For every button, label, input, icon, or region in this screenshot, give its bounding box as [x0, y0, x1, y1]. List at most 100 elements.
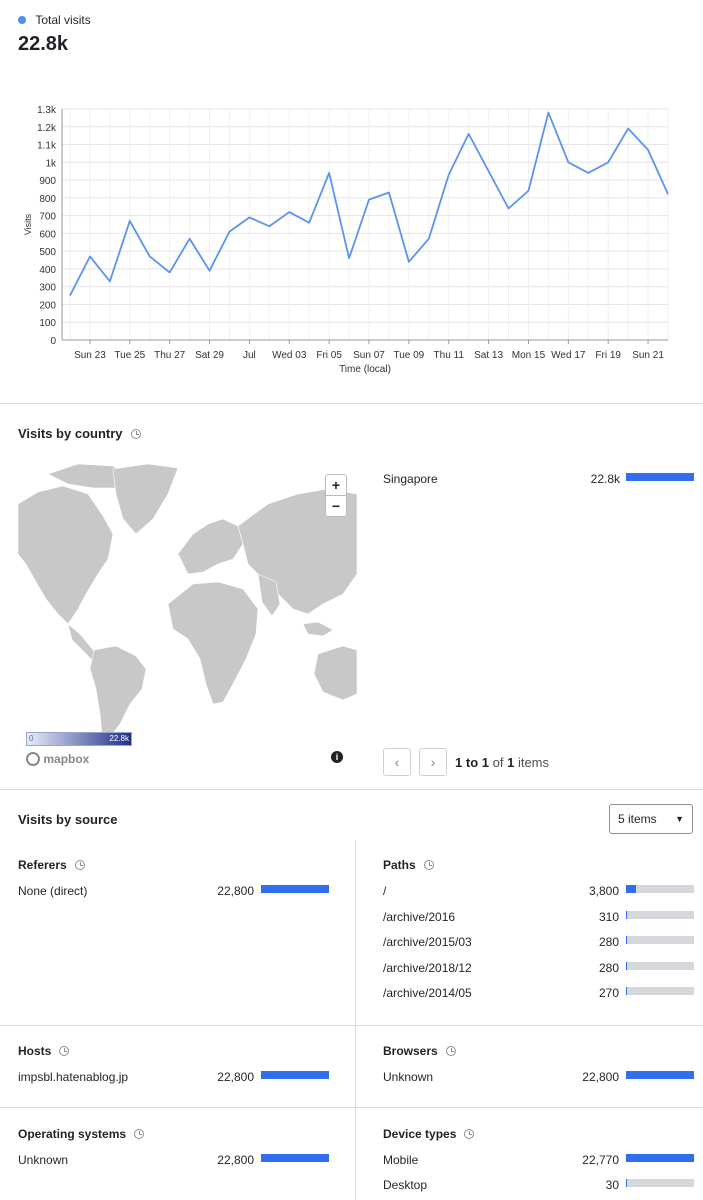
browsers-row-bar-fill: [626, 1071, 694, 1079]
paths-row-value: 310: [598, 909, 619, 924]
scale-max-label: 22.8k: [109, 734, 129, 743]
info-icon[interactable]: i: [331, 751, 343, 763]
os-title-text: Operating systems: [18, 1127, 127, 1141]
devices-row-bar-fill: [626, 1179, 628, 1187]
clock-icon: [59, 1046, 70, 1056]
devices-row-bar-fill: [626, 1154, 694, 1162]
x-tick-label: Sun 07: [353, 350, 385, 361]
hosts-row-value: 22,800: [217, 1070, 254, 1084]
paths-row-bar: [626, 987, 694, 995]
visits-line-chart: 0 100 200 300 400 500 600 700 800 900 1k 1.1k 1.2k 1.…: [23, 105, 669, 375]
clock-icon: [74, 860, 85, 870]
color-scale-bar: 0 22.8k: [26, 732, 132, 746]
referers-title-text: Referers: [18, 858, 67, 872]
x-tick-label: Fri 19: [595, 350, 621, 361]
x-axis-title: Time (local): [339, 364, 391, 375]
paths-row-label[interactable]: /archive/2016: [383, 910, 455, 924]
paths-row-bar-fill: [626, 910, 628, 919]
referers-row-label[interactable]: None (direct): [18, 884, 87, 898]
country-section-title: Visits by country: [18, 426, 141, 441]
total-visits-value: 22.8k: [18, 33, 69, 55]
devices-row-label[interactable]: Desktop: [383, 1178, 427, 1192]
y-axis-title: Visits: [23, 213, 33, 235]
country-row-bar: [626, 473, 694, 481]
referers-row-value: 22,800: [217, 884, 254, 898]
y-tick-label: 1.1k: [37, 141, 57, 152]
paths-row-label[interactable]: /archive/2015/03: [383, 935, 472, 949]
paths-row-bar: [626, 961, 694, 970]
y-tick-label: 500: [39, 247, 56, 258]
clock-icon: [464, 1129, 475, 1139]
y-tick-label: 200: [39, 300, 56, 311]
browsers-row-bar: [626, 1071, 694, 1079]
browsers-row-label[interactable]: Unknown: [383, 1070, 433, 1084]
paths-row-label[interactable]: /archive/2018/12: [383, 961, 472, 975]
pager-to: 1: [481, 755, 489, 770]
hosts-row-bar-fill: [261, 1071, 329, 1079]
x-tick-label: Tue 25: [114, 350, 145, 361]
country-title-text: Visits by country: [18, 426, 123, 441]
paths-row-label[interactable]: /: [383, 884, 386, 898]
devices-row-bar: [626, 1154, 694, 1162]
paths-row-label[interactable]: /archive/2014/05: [383, 986, 472, 1000]
pager-to-word: to: [465, 755, 479, 770]
world-map[interactable]: + − 0 22.8k mapbox i: [18, 464, 357, 776]
x-tick-label: Jul: [243, 350, 256, 361]
zoom-in-button[interactable]: +: [325, 474, 347, 496]
y-tick-label: 400: [39, 265, 56, 276]
x-tick-label: Thu 11: [434, 350, 465, 361]
x-tick-label: Tue 09: [393, 350, 424, 361]
items-select[interactable]: 5 items ▼: [609, 804, 693, 834]
next-page-button[interactable]: ›: [419, 748, 447, 776]
paths-row-value: 270: [598, 986, 619, 1000]
divider: [0, 789, 703, 790]
legend[interactable]: Total visits: [18, 13, 91, 27]
paths-row-value: 280: [598, 935, 619, 949]
y-tick-label: 800: [39, 194, 56, 205]
x-tick-label: Mon 15: [512, 350, 546, 361]
hosts-title: Hosts: [18, 1044, 70, 1058]
os-row-label[interactable]: Unknown: [18, 1153, 68, 1167]
country-row-value: 22.8k: [590, 472, 620, 486]
mapbox-logo[interactable]: mapbox: [26, 752, 89, 766]
browsers-title: Browsers: [383, 1044, 456, 1058]
scale-min-label: 0: [29, 734, 34, 743]
y-tick-label: 600: [39, 229, 56, 240]
y-tick-label: 0: [50, 336, 56, 347]
y-tick-label: 1.3k: [37, 105, 57, 116]
hosts-row-label[interactable]: impsbl.hatenablog.jp: [18, 1070, 128, 1084]
x-tick-label: Sat 29: [195, 350, 224, 361]
paths-row-bar-fill: [626, 936, 628, 944]
chevron-down-icon: ▼: [675, 814, 684, 824]
devices-row-label[interactable]: Mobile: [383, 1153, 418, 1167]
referers-row-bar-fill: [261, 885, 329, 893]
x-tick-label: Wed 17: [551, 350, 586, 361]
hosts-title-text: Hosts: [18, 1044, 52, 1058]
paths-row-bar: [626, 936, 694, 944]
zoom-out-button[interactable]: −: [325, 495, 347, 517]
clock-icon: [134, 1129, 145, 1139]
referers-row-bar: [261, 885, 329, 893]
clock-icon: [423, 860, 434, 870]
paths-title: Paths: [383, 858, 434, 872]
divider: [0, 1107, 703, 1108]
legend-label: Total visits: [35, 13, 91, 27]
divider: [0, 1025, 703, 1026]
x-tick-label: Sat 13: [474, 350, 503, 361]
country-row-bar-fill: [626, 473, 694, 481]
devices-row-value: 30: [605, 1178, 619, 1192]
y-tick-label: 1.2k: [37, 123, 57, 134]
y-tick-label: 1k: [45, 158, 57, 169]
country-row-label: Singapore: [383, 472, 438, 486]
paths-row-bar: [626, 885, 694, 893]
y-tick-label: 100: [39, 318, 56, 329]
prev-page-button[interactable]: ‹: [383, 748, 411, 776]
os-title: Operating systems: [18, 1127, 145, 1141]
x-tick-label: Sun 23: [74, 350, 106, 361]
devices-row-bar: [626, 1179, 694, 1187]
paths-row-bar: [626, 910, 694, 919]
pager-info: 1 to 1 of 1 items: [455, 755, 549, 770]
paths-row-value: 3,800: [588, 884, 619, 898]
pager-of-word: of: [492, 755, 504, 770]
browsers-title-text: Browsers: [383, 1044, 438, 1058]
